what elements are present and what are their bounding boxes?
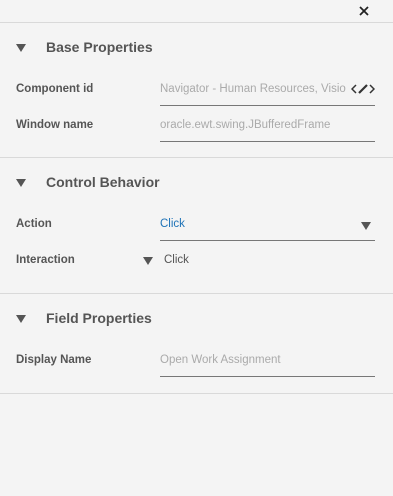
action-row: Action Click (0, 208, 393, 244)
interaction-value: Click (164, 254, 189, 266)
panel-topbar (0, 0, 393, 23)
interaction-toggle-triangle-icon[interactable] (143, 257, 153, 265)
interaction-label: Interaction (16, 254, 75, 266)
section-header-base-properties[interactable]: Base Properties (0, 23, 393, 73)
section-header-control-behavior[interactable]: Control Behavior (0, 158, 393, 208)
action-select[interactable]: Click (160, 210, 375, 241)
component-id-label: Component id (16, 83, 94, 95)
dropdown-triangle-icon[interactable] (361, 222, 371, 230)
display-name-label: Display Name (16, 354, 92, 366)
window-name-field[interactable]: oracle.ewt.swing.JBufferedFrame (160, 111, 375, 142)
component-id-row: Component id Navigator - Human Resources… (0, 73, 393, 109)
window-name-row: Window name oracle.ewt.swing.JBufferedFr… (0, 109, 393, 145)
interaction-row: Interaction Click (0, 244, 393, 280)
section-title: Base Properties (46, 39, 153, 55)
display-name-input[interactable]: Open Work Assignment (160, 346, 375, 377)
display-name-row: Display Name Open Work Assignment (0, 344, 393, 380)
action-value: Click (160, 218, 185, 230)
display-name-placeholder: Open Work Assignment (160, 354, 281, 366)
section-header-field-properties[interactable]: Field Properties (0, 294, 393, 344)
section-title: Control Behavior (46, 174, 160, 190)
component-id-value: Navigator - Human Resources, Visio (160, 83, 346, 95)
edit-icon[interactable] (350, 81, 376, 97)
component-id-field[interactable]: Navigator - Human Resources, Visio (160, 75, 376, 106)
window-name-value: oracle.ewt.swing.JBufferedFrame (160, 119, 331, 131)
section-base-properties: Base Properties Component id Navigator -… (0, 23, 393, 158)
section-control-behavior: Control Behavior Action Click Interactio… (0, 158, 393, 294)
window-name-label: Window name (16, 119, 94, 131)
close-icon[interactable] (356, 3, 372, 19)
section-field-properties: Field Properties Display Name Open Work … (0, 294, 393, 394)
collapse-triangle-icon[interactable] (16, 315, 26, 323)
properties-panel: Base Properties Component id Navigator -… (0, 0, 393, 496)
section-title: Field Properties (46, 310, 152, 326)
collapse-triangle-icon[interactable] (16, 179, 26, 187)
collapse-triangle-icon[interactable] (16, 44, 26, 52)
action-label: Action (16, 218, 52, 230)
